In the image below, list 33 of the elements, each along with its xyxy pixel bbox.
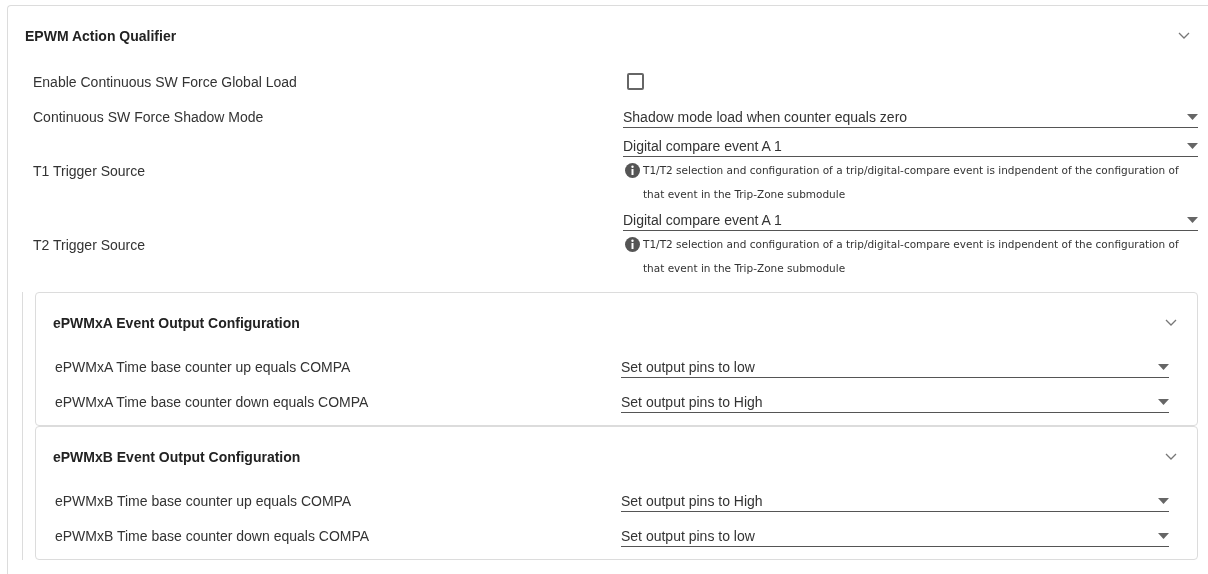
checkbox[interactable] — [627, 73, 644, 90]
dropdown-field[interactable]: Set output pins to low — [621, 355, 1169, 378]
info-icon — [625, 237, 640, 252]
field-label: ePWMxA Time base counter down equals COMPA — [55, 393, 370, 410]
chevron-icon[interactable] — [1165, 453, 1177, 461]
dropdown-field[interactable]: Shadow mode load when counter equals zero — [623, 105, 1198, 128]
field-label: ePWMxB Time base counter up equals COMPA — [55, 492, 353, 509]
chevron-icon[interactable] — [1178, 32, 1190, 40]
field-label: Continuous SW Force Shadow Mode — [33, 108, 265, 125]
subsection-title: ePWMxB Event Output Configuration — [53, 449, 301, 465]
dropdown-caret-icon — [1158, 533, 1169, 539]
info-note: T1/T2 selection and configuration of a trip/digital-compare event is indpendent of the configuration of that event in the Trip-Zone submodule — [643, 163, 1180, 202]
dropdown-caret-icon — [1187, 143, 1198, 149]
field-label: Enable Continuous SW Force Global Load — [33, 73, 298, 90]
subsection-title: ePWMxA Event Output Configuration — [53, 315, 300, 331]
field-label: T2 Trigger Source — [33, 237, 147, 253]
info-icon — [625, 163, 640, 178]
dropdown-field[interactable]: Digital compare event A 1 — [623, 134, 1198, 157]
dropdown-caret-icon — [1158, 498, 1169, 504]
field-label: ePWMxB Time base counter down equals COMPA — [55, 527, 371, 544]
dropdown-caret-icon — [1158, 364, 1169, 370]
field-label: ePWMxA Time base counter up equals COMPA — [55, 358, 352, 375]
dropdown-field[interactable]: Set output pins to High — [621, 390, 1169, 413]
dropdown-field[interactable]: Set output pins to low — [621, 524, 1169, 547]
dropdown-caret-icon — [1158, 399, 1169, 405]
section-title: EPWM Action Qualifier — [25, 28, 177, 44]
dropdown-caret-icon — [1187, 217, 1198, 223]
dropdown-caret-icon — [1187, 114, 1198, 120]
chevron-icon[interactable] — [1165, 319, 1177, 327]
dropdown-field[interactable]: Set output pins to High — [621, 489, 1169, 512]
field-label: T1 Trigger Source — [33, 163, 147, 179]
dropdown-field[interactable]: Digital compare event A 1 — [623, 208, 1198, 231]
info-note: T1/T2 selection and configuration of a trip/digital-compare event is indpendent of the configuration of that event in the Trip-Zone submodule — [643, 237, 1180, 276]
